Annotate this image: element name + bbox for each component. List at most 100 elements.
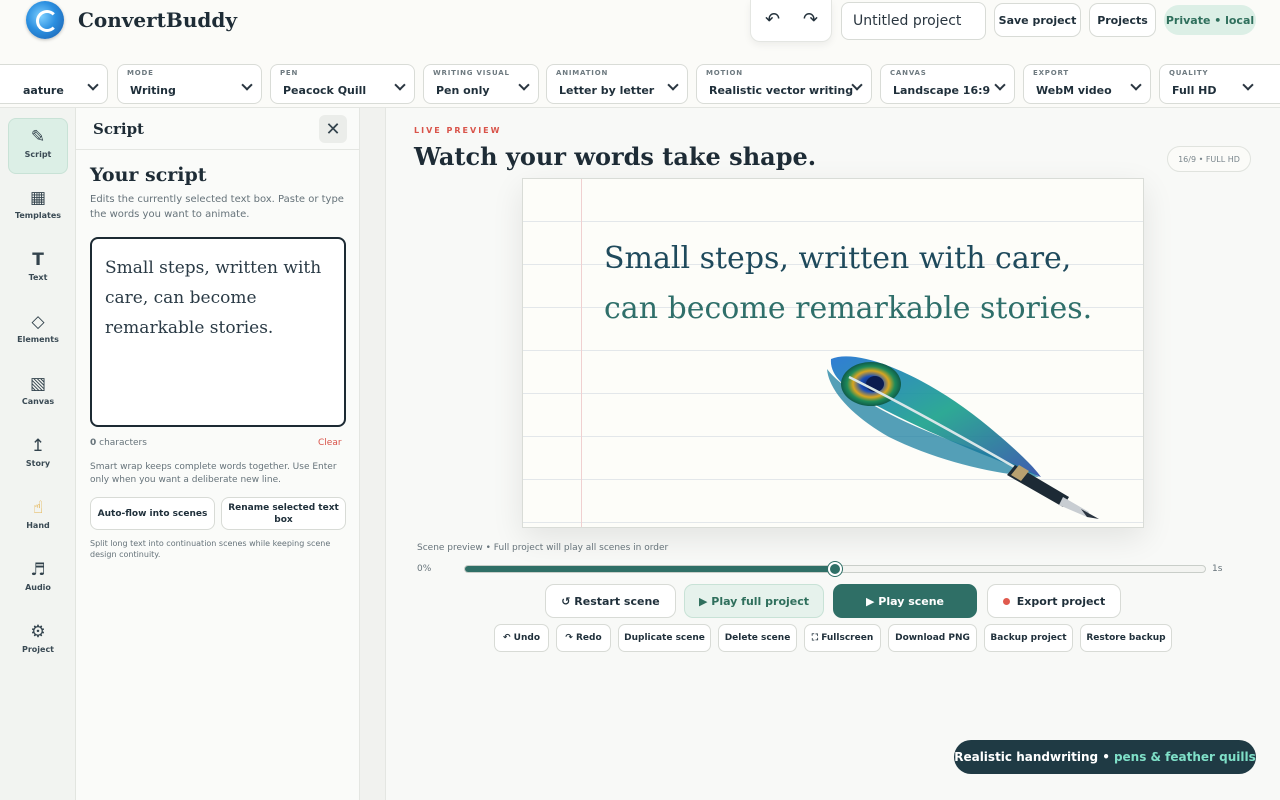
feature-toast: Realistic handwriting • pens & feather q…	[954, 740, 1256, 774]
play-full-project-button[interactable]: ▶ Play full project	[684, 584, 824, 618]
settings-row: aature MODE Writing PEN Peacock Quill WR…	[0, 60, 1280, 108]
preview-area: LIVE PREVIEW Watch your words take shape…	[386, 108, 1280, 800]
setting-pen[interactable]: PEN Peacock Quill	[270, 64, 415, 104]
setting-value: Full HD	[1172, 84, 1217, 97]
export-project-button[interactable]: Export project	[987, 584, 1121, 618]
chevron-down-icon	[1130, 79, 1142, 91]
canvas-text-line-2: can become remarkable stories.	[604, 291, 1093, 326]
ratio-badge: 16/9 • FULL HD	[1167, 146, 1251, 172]
rename-text-box-button[interactable]: Rename selected text box	[221, 497, 346, 530]
rail-item-script[interactable]: ✎ Script	[8, 118, 68, 174]
script-description: Edits the currently selected text box. P…	[90, 194, 344, 220]
progress-handle[interactable]	[828, 562, 842, 576]
chevron-down-icon	[667, 79, 679, 91]
hand-icon: ☝	[32, 498, 44, 518]
setting-label: PEN	[280, 69, 299, 77]
setting-value: Letter by letter	[559, 84, 655, 97]
tool-rail: ✎ Script ▦ Templates T Text ◇ Elements ▧…	[0, 108, 76, 800]
char-count-label: characters	[99, 438, 147, 448]
setting-canvas[interactable]: CANVAS Landscape 16:9	[880, 64, 1015, 104]
setting-label: ANIMATION	[556, 69, 609, 77]
rail-item-elements[interactable]: ◇ Elements	[8, 304, 68, 360]
auto-flow-button[interactable]: Auto-flow into scenes	[90, 497, 215, 530]
chevron-down-icon	[394, 79, 406, 91]
duplicate-scene-button[interactable]: Duplicate scene	[618, 624, 711, 652]
setting-export[interactable]: EXPORT WebM video	[1023, 64, 1151, 104]
rail-item-canvas[interactable]: ▧ Canvas	[8, 366, 68, 422]
scene-progress-slider[interactable]	[464, 562, 1206, 576]
setting-quality[interactable]: QUALITY Full HD	[1159, 64, 1280, 104]
setting-label: MOTION	[706, 69, 743, 77]
setting-motion[interactable]: MOTION Realistic vector writing	[696, 64, 872, 104]
redo-button[interactable]: ↷ Redo	[556, 624, 611, 652]
rail-item-hand[interactable]: ☝ Hand	[8, 490, 68, 546]
script-textarea[interactable]: Small steps, written with care, can beco…	[90, 237, 346, 427]
rail-label: Audio	[25, 583, 51, 592]
rail-item-project[interactable]: ⚙ Project	[8, 614, 68, 670]
char-count-value: 0	[90, 438, 97, 448]
chevron-down-icon	[87, 79, 99, 91]
toast-accent: pens & feather quills	[1113, 750, 1256, 764]
setting-label: QUALITY	[1169, 69, 1209, 77]
rail-item-text[interactable]: T Text	[8, 242, 68, 298]
text-icon: T	[32, 250, 44, 270]
scene-preview-note: Scene preview • Full project will play a…	[417, 543, 669, 553]
chevron-down-icon	[518, 79, 530, 91]
panel-title: Script	[93, 120, 144, 138]
rail-label: Story	[25, 459, 51, 468]
canvas-text-line-1: Small steps, written with care,	[604, 241, 1072, 276]
close-icon[interactable]: ✕	[319, 115, 347, 143]
setting-mode[interactable]: MODE Writing	[117, 64, 262, 104]
rail-label: Project	[21, 645, 55, 654]
rail-item-templates[interactable]: ▦ Templates	[8, 180, 68, 236]
rail-item-audio[interactable]: ♬ Audio	[8, 552, 68, 608]
setting-signature[interactable]: aature	[0, 64, 108, 104]
character-count: 0 characters	[90, 438, 147, 448]
progress-start-label: 0%	[417, 564, 432, 574]
toast-text: Realistic handwriting •	[954, 750, 1110, 764]
undo-icon[interactable]: ↶	[765, 9, 780, 30]
rail-item-story[interactable]: ↥ Story	[8, 428, 68, 484]
setting-label: WRITING VISUAL	[433, 69, 510, 77]
download-png-button[interactable]: Download PNG	[888, 624, 977, 652]
grid-icon: ▦	[29, 188, 47, 208]
privacy-badge: Private • local	[1164, 5, 1256, 35]
script-panel: Script ✕ Your script Edits the currently…	[76, 108, 360, 800]
setting-label: MODE	[127, 69, 154, 77]
margin-line	[581, 179, 582, 527]
preview-canvas[interactable]: Small steps, written with care, can beco…	[522, 178, 1144, 528]
rail-label: Script	[24, 150, 52, 159]
script-heading: Your script	[90, 164, 207, 186]
backup-project-button[interactable]: Backup project	[984, 624, 1073, 652]
upload-icon: ↥	[30, 436, 46, 456]
panel-header: Script ✕	[76, 108, 360, 150]
live-preview-label: LIVE PREVIEW	[414, 126, 502, 135]
fullscreen-button[interactable]: ⛶ Fullscreen	[804, 624, 881, 652]
clear-link[interactable]: Clear	[318, 438, 342, 448]
undo-button[interactable]: ↶ Undo	[494, 624, 549, 652]
project-name-input[interactable]: Untitled project	[841, 2, 986, 40]
setting-value: Writing	[130, 84, 176, 97]
brand-name: ConvertBuddy	[78, 8, 237, 32]
logo-icon	[26, 1, 64, 39]
restart-scene-button[interactable]: ↺ Restart scene	[545, 584, 676, 618]
split-note: Split long text into continuation scenes…	[90, 539, 331, 559]
play-scene-button[interactable]: ▶ Play scene	[833, 584, 977, 618]
save-project-button[interactable]: Save project	[994, 3, 1081, 37]
smart-wrap-note: Smart wrap keeps complete words together…	[90, 462, 337, 485]
preview-title: Watch your words take shape.	[414, 142, 817, 171]
music-icon: ♬	[30, 560, 46, 580]
undo-redo-group: ↶ ↷	[750, 0, 832, 42]
projects-button[interactable]: Projects	[1089, 3, 1156, 37]
restore-backup-button[interactable]: Restore backup	[1080, 624, 1172, 652]
delete-scene-button[interactable]: Delete scene	[718, 624, 797, 652]
rail-label: Hand	[26, 521, 50, 530]
panel-scrollbar[interactable]	[360, 108, 386, 800]
setting-writing-visual[interactable]: WRITING VISUAL Pen only	[423, 64, 539, 104]
setting-animation[interactable]: ANIMATION Letter by letter	[546, 64, 688, 104]
setting-value: Pen only	[436, 84, 490, 97]
redo-icon[interactable]: ↷	[803, 9, 818, 30]
rail-label: Text	[28, 273, 48, 282]
setting-value: WebM video	[1036, 84, 1112, 97]
setting-value: aature	[23, 84, 64, 97]
